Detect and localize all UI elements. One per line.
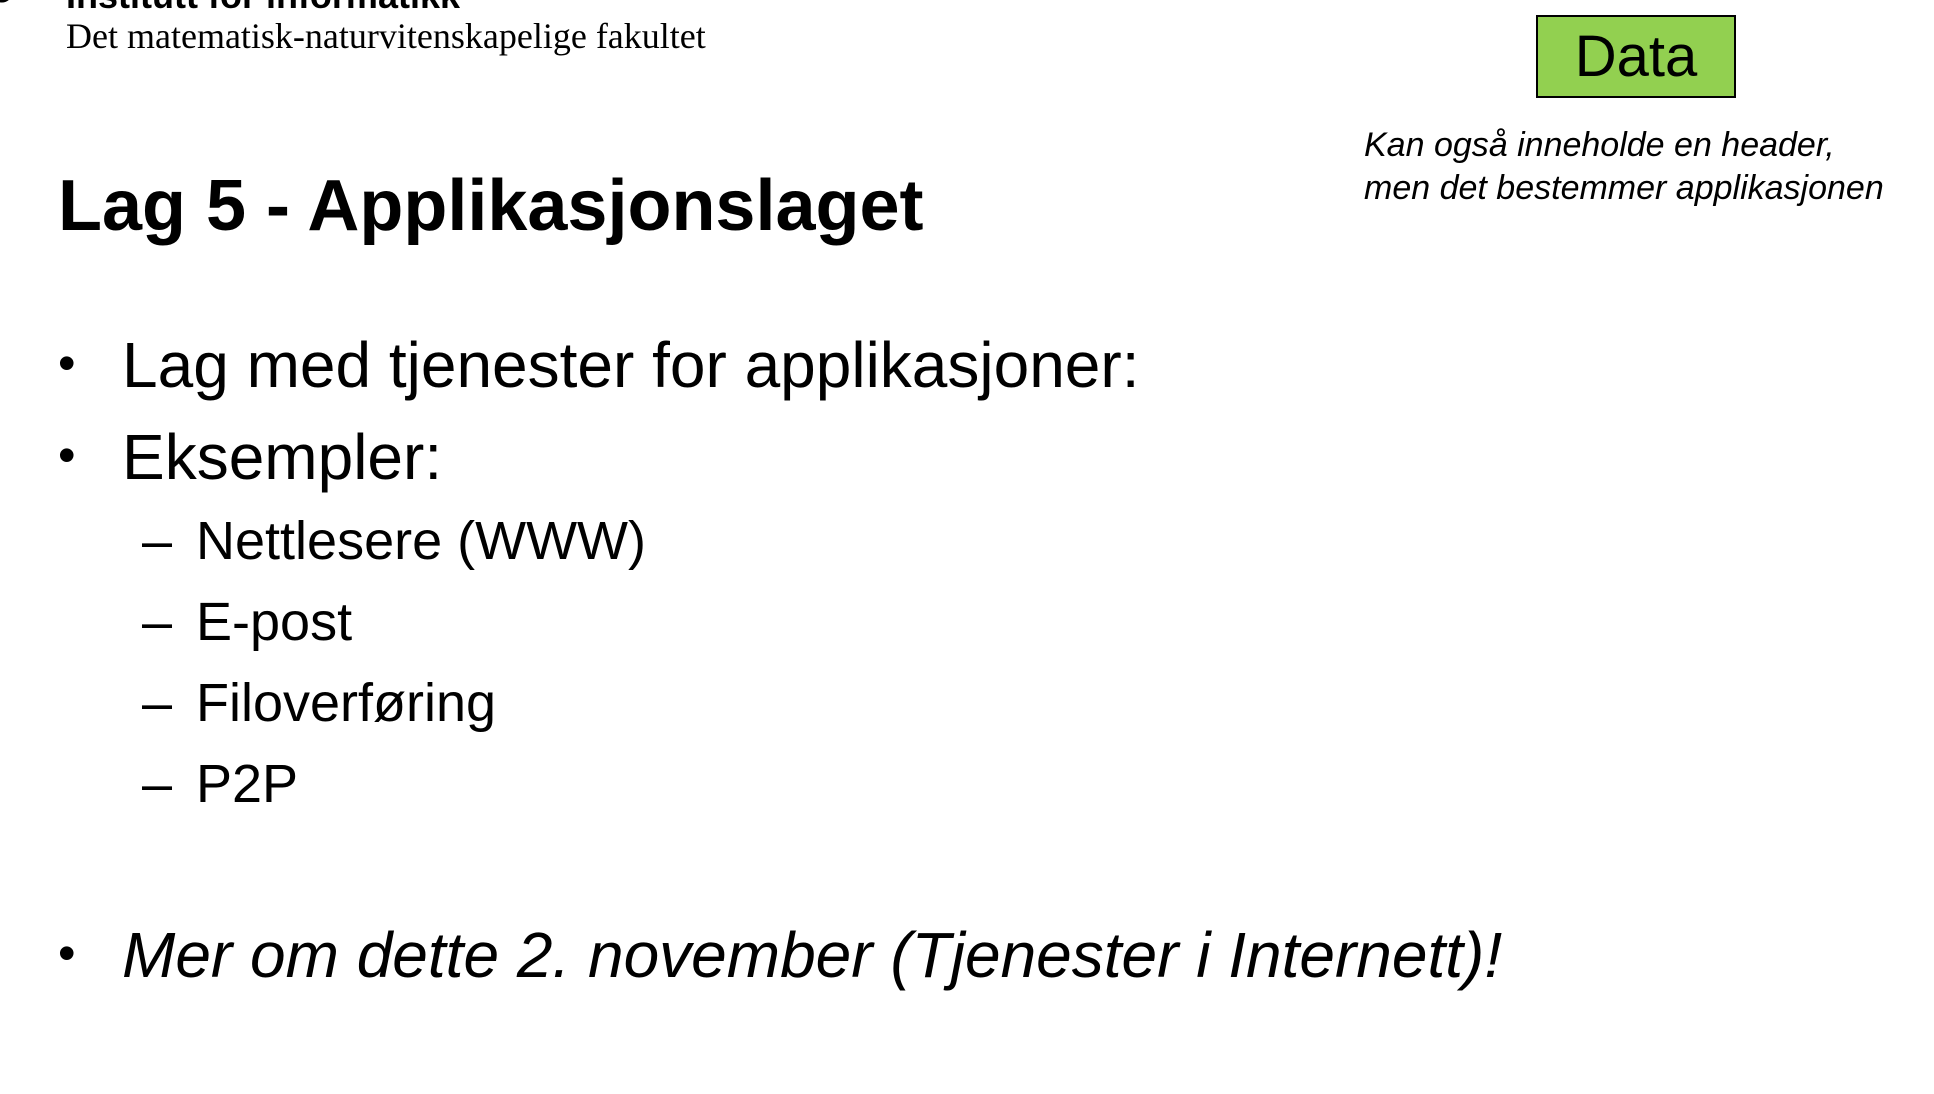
- sub-item-marker: –: [142, 511, 173, 571]
- sub-item-text: Nettlesere (WWW): [196, 511, 646, 571]
- sub-item-text: P2P: [196, 754, 299, 814]
- data-note: Kan også inneholde en header, men det be…: [1364, 124, 1884, 210]
- bullet-marker: •: [58, 427, 76, 483]
- data-box: Data: [1536, 15, 1736, 98]
- bullet-marker: •: [58, 335, 76, 391]
- bullet-text: Lag med tjenester for applikasjoner:: [122, 329, 1140, 401]
- slide-title: Lag 5 - Applikasjonslaget: [58, 166, 924, 246]
- data-note-line: Kan også inneholde en header,: [1364, 126, 1835, 164]
- sub-item-text: E-post: [196, 592, 353, 652]
- institute-name: Institutt for informatikk: [66, 0, 460, 14]
- sub-item-marker: –: [142, 754, 173, 814]
- bullet-text-final: Mer om dette 2. november (Tjenester i In…: [122, 919, 1503, 991]
- data-note-line: men det bestemmer applikasjonen: [1364, 169, 1884, 207]
- sub-item-marker: –: [142, 673, 173, 733]
- bullet-marker: •: [58, 925, 76, 981]
- sub-item-marker: –: [142, 592, 173, 652]
- sub-item-text: Filoverføring: [196, 673, 497, 733]
- uio-logo-icon: [0, 0, 9, 3]
- bullet-text: Eksempler:: [122, 421, 443, 493]
- faculty-name: Det matematisk-naturvitenskapelige fakul…: [66, 16, 706, 56]
